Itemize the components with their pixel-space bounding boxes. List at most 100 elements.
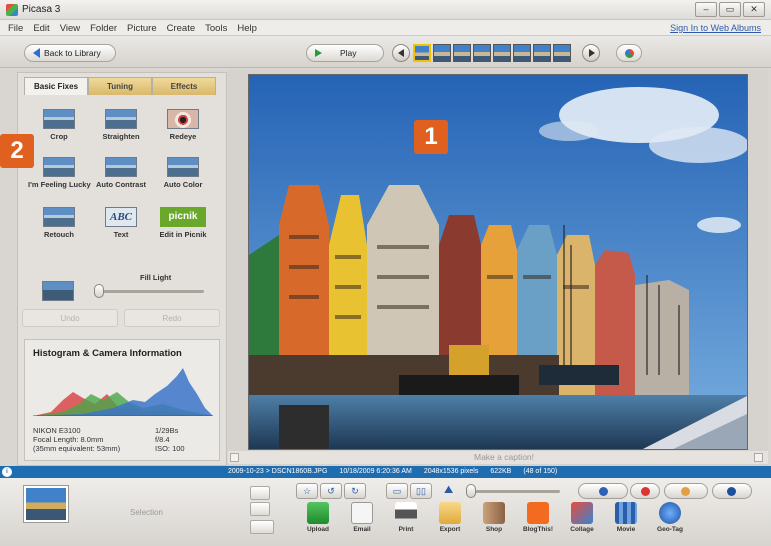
- filmstrip-thumb[interactable]: [413, 44, 431, 62]
- filmstrip-thumb[interactable]: [513, 44, 531, 62]
- edit-panel: Basic Fixes Tuning Effects Crop Straight…: [17, 72, 227, 466]
- menu-view[interactable]: View: [60, 23, 80, 34]
- menu-file[interactable]: File: [8, 23, 23, 34]
- histogram-panel: Histogram & Camera Information NIKON E31…: [24, 339, 220, 461]
- menu-folder[interactable]: Folder: [90, 23, 117, 34]
- crop-tool[interactable]: Crop: [28, 109, 90, 141]
- picnik-icon: picnik: [160, 207, 206, 227]
- star-button[interactable]: ☆: [296, 483, 318, 499]
- edit-tabs: Basic Fixes Tuning Effects: [24, 77, 216, 95]
- caption-options-icon[interactable]: [754, 453, 763, 462]
- caption-input[interactable]: Make a caption!: [474, 452, 534, 462]
- text-tool[interactable]: ABC Text: [90, 207, 152, 239]
- people-button[interactable]: [578, 483, 628, 499]
- toolbar: Back to Library Play: [0, 36, 771, 68]
- menu-help[interactable]: Help: [237, 23, 257, 34]
- single-view-button[interactable]: ▭: [386, 483, 408, 499]
- add-to-album-button[interactable]: [250, 520, 274, 534]
- upload-button[interactable]: Upload: [296, 502, 340, 533]
- auto-color-tool[interactable]: Auto Color: [152, 157, 214, 189]
- camera-model: NIKON E3100: [33, 426, 81, 435]
- compare-view-button[interactable]: ▯▯: [410, 483, 432, 499]
- redo-button[interactable]: Redo: [124, 309, 220, 327]
- blogthis-button[interactable]: BlogThis!: [516, 502, 560, 533]
- next-photo-button[interactable]: [582, 44, 600, 62]
- play-button[interactable]: Play: [306, 44, 384, 62]
- film-icon: [615, 502, 637, 524]
- rotate-right-button[interactable]: ↻: [344, 483, 366, 499]
- auto-contrast-tool[interactable]: Auto Contrast: [90, 157, 152, 189]
- places-button[interactable]: [630, 483, 660, 499]
- edit-in-picnik-tool[interactable]: picnik Edit in Picnik: [152, 207, 214, 239]
- print-label: Print: [398, 526, 414, 533]
- undo-button[interactable]: Undo: [22, 309, 118, 327]
- back-to-library-button[interactable]: Back to Library: [24, 44, 116, 62]
- tab-tuning[interactable]: Tuning: [88, 77, 152, 95]
- iso: ISO: 100: [155, 444, 185, 453]
- camera-info: NIKON E3100 Focal Length: 8.0mm (35mm eq…: [33, 426, 120, 453]
- caption-bar: Make a caption!: [228, 451, 768, 464]
- filmstrip-thumb[interactable]: [493, 44, 511, 62]
- filmstrip-thumb[interactable]: [533, 44, 551, 62]
- menu-edit[interactable]: Edit: [33, 23, 49, 34]
- status-timestamp: 10/18/2009 6:20:36 AM: [339, 468, 412, 475]
- focal-length: Focal Length: 8.0mm: [33, 435, 104, 444]
- filmstrip-thumb[interactable]: [453, 44, 471, 62]
- rotate-left-button[interactable]: ↺: [320, 483, 342, 499]
- main-photo[interactable]: [248, 74, 748, 450]
- movie-label: Movie: [616, 526, 636, 533]
- callout-badge-1: 1: [414, 120, 448, 154]
- redeye-label: Redeye: [169, 132, 197, 141]
- collage-button[interactable]: Collage: [560, 502, 604, 533]
- caption-expand-icon[interactable]: [230, 453, 239, 462]
- export-button[interactable]: Export: [428, 502, 472, 533]
- zoom-track[interactable]: [470, 490, 560, 493]
- crop-label: Crop: [50, 132, 68, 141]
- fill-light-track[interactable]: [98, 290, 204, 293]
- blogthis-label: BlogThis!: [523, 526, 553, 533]
- geotag-button[interactable]: Geo-Tag: [648, 502, 692, 533]
- previous-photo-button[interactable]: [392, 44, 410, 62]
- shop-button[interactable]: Shop: [472, 502, 516, 533]
- menu-picture[interactable]: Picture: [127, 23, 157, 34]
- view-mode-tools: ▭ ▯▯: [386, 483, 432, 499]
- histogram-graph: [33, 368, 213, 416]
- filmstrip-thumb[interactable]: [553, 44, 571, 62]
- tab-basic-fixes[interactable]: Basic Fixes: [24, 77, 88, 95]
- clear-tray-button[interactable]: [250, 502, 270, 516]
- filmstrip-thumb[interactable]: [473, 44, 491, 62]
- hold-pin-button[interactable]: [250, 486, 270, 500]
- menu-create[interactable]: Create: [167, 23, 196, 34]
- filmstrip-thumb[interactable]: [433, 44, 451, 62]
- print-button[interactable]: Print: [384, 502, 428, 533]
- retouch-icon: [43, 207, 75, 227]
- close-button[interactable]: ✕: [743, 2, 765, 17]
- callout-badge-2: 2: [0, 134, 34, 168]
- exposure-info: 1/29Bs f/8.4 ISO: 100: [155, 426, 185, 453]
- maximize-button[interactable]: ▭: [719, 2, 741, 17]
- redeye-tool[interactable]: Redeye: [152, 109, 214, 141]
- auto-color-label: Auto Color: [163, 180, 203, 189]
- share-button[interactable]: [616, 44, 642, 62]
- tags-button[interactable]: [664, 483, 708, 499]
- zoom-slider[interactable]: [466, 484, 476, 498]
- geotag-label: Geo-Tag: [657, 526, 683, 533]
- feeling-lucky-tool[interactable]: I'm Feeling Lucky: [28, 157, 91, 189]
- straighten-tool[interactable]: Straighten: [90, 109, 152, 141]
- retouch-tool[interactable]: Retouch: [28, 207, 90, 239]
- envelope-icon: [351, 502, 373, 524]
- tab-effects[interactable]: Effects: [152, 77, 216, 95]
- info-toggle-icon[interactable]: i: [2, 467, 12, 477]
- blogger-icon: [527, 502, 549, 524]
- menu-bar: File Edit View Folder Picture Create Too…: [0, 20, 771, 36]
- properties-button[interactable]: [712, 483, 752, 499]
- menu-tools[interactable]: Tools: [205, 23, 227, 34]
- email-button[interactable]: Email: [340, 502, 384, 533]
- text-label: Text: [113, 230, 129, 239]
- tray-thumbnail[interactable]: [24, 486, 68, 522]
- sign-in-link[interactable]: Sign In to Web Albums: [670, 23, 761, 33]
- minimize-button[interactable]: –: [695, 2, 717, 17]
- movie-button[interactable]: Movie: [604, 502, 648, 533]
- focal-length-35mm: (35mm equivalent: 53mm): [33, 444, 121, 453]
- fill-light-slider[interactable]: [94, 284, 104, 298]
